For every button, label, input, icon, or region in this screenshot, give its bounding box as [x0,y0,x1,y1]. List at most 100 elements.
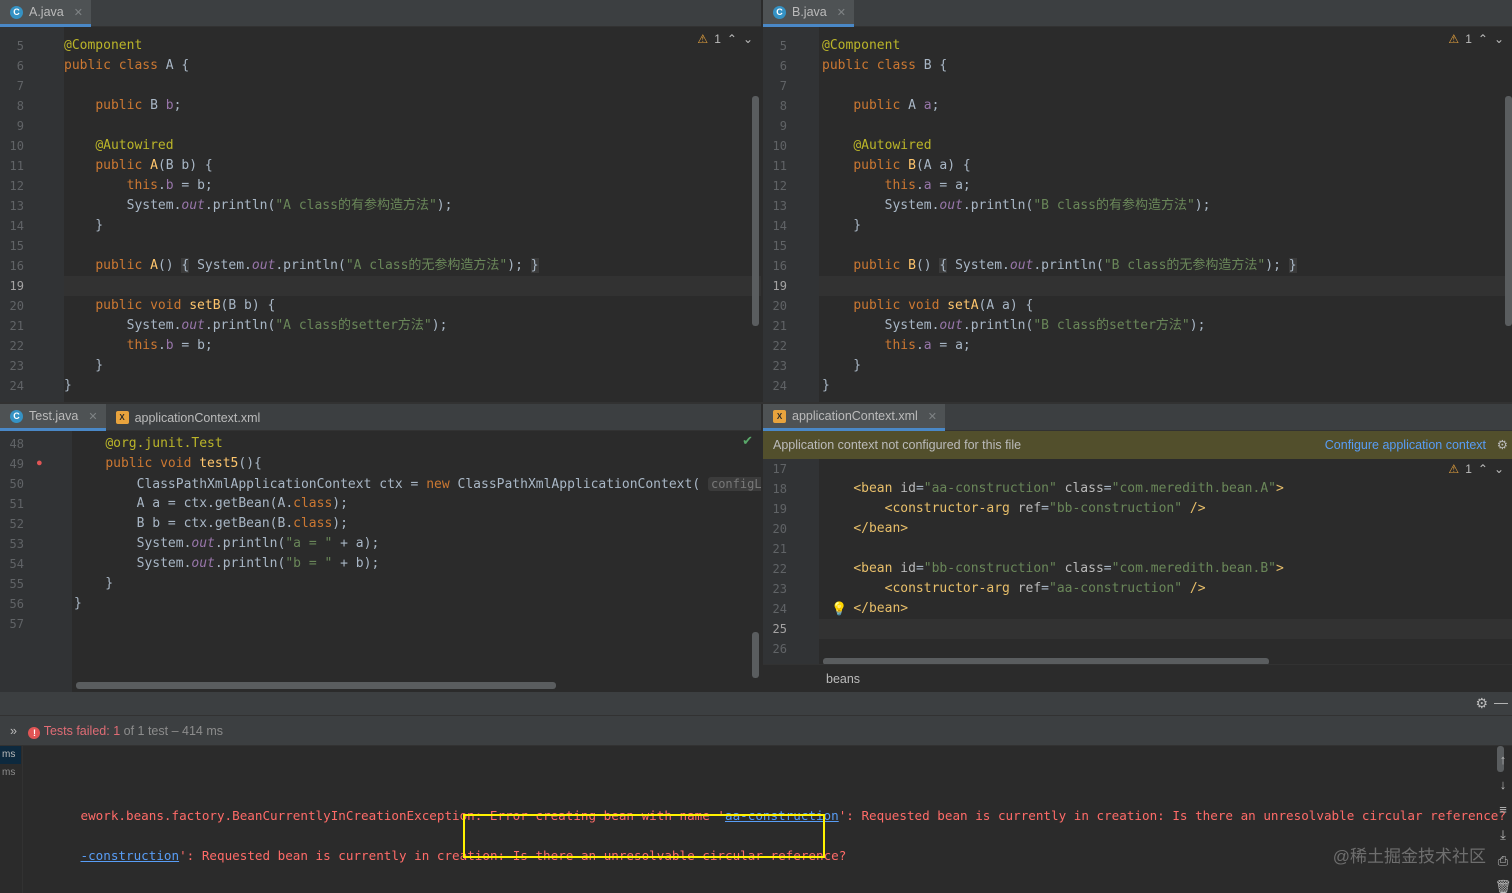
code-line[interactable]: System.out.println("b = " + b); [74,554,761,574]
trash-icon[interactable]: 🗑 [1495,879,1512,893]
code-line[interactable] [64,76,761,96]
code-line[interactable]: System.out.println("B class的setter方法"); [822,316,1512,336]
editor-pane-a[interactable]: C A.java ✕ 5 @Component 6 public class A {7… [0,0,761,402]
code-line[interactable]: } [74,574,761,594]
chevron-up-icon[interactable]: ⌃ [1478,462,1488,476]
tab-application-context-xml[interactable]: X applicationContext.xml [106,404,269,431]
lightbulb-icon[interactable]: 💡 [831,601,847,617]
code-area-test[interactable]: 48 @org.junit.Test 49 public void test5()… [0,431,761,692]
chevron-up-icon[interactable]: ⌃ [1478,32,1488,46]
code-line[interactable] [64,236,761,256]
code-line[interactable]: this.b = b; [64,176,761,196]
editor-pane-test[interactable]: C Test.java ✕ X applicationContext.xml 4… [0,404,761,692]
code-line[interactable]: public void setB(B b) { [64,296,761,316]
code-line[interactable]: public void test5(){ [74,454,761,474]
arrow-down-icon[interactable]: ↓ [1500,777,1507,792]
code-area-b[interactable]: 5 @Component 6 public class B {7 8 public A … [763,27,1512,402]
code-line[interactable]: public void setA(A a) { [822,296,1512,316]
code-line[interactable]: @Component [64,36,761,56]
code-line[interactable]: } [64,376,761,396]
code-line[interactable]: } [822,356,1512,376]
horizontal-scrollbar-test[interactable] [76,682,556,689]
code-line[interactable]: B b = ctx.getBean(B.class); [74,514,761,534]
code-line[interactable]: public A(B b) { [64,156,761,176]
close-icon[interactable]: ✕ [837,6,846,19]
code-line[interactable]: System.out.println("A class的setter方法"); [64,316,761,336]
bean-link[interactable]: -construction [81,848,180,863]
gear-icon[interactable]: ⚙ [1497,431,1508,459]
test-tree-item[interactable]: ms [0,764,21,782]
code-line[interactable] [822,236,1512,256]
code-line[interactable] [822,639,1512,659]
expand-icon[interactable]: » [10,724,17,738]
code-line[interactable]: this.a = a; [822,176,1512,196]
code-line[interactable] [822,619,1512,639]
tab-b-java[interactable]: C B.java ✕ [763,0,854,27]
code-line[interactable]: } [64,216,761,236]
tab-a-java[interactable]: C A.java ✕ [0,0,91,27]
vertical-scrollbar-test[interactable] [752,632,759,678]
code-line[interactable]: ClassPathXmlApplicationContext ctx = new… [74,474,761,494]
chevron-down-icon[interactable]: ⌄ [743,32,753,46]
code-line[interactable]: @Autowired [822,136,1512,156]
tab-application-context-xml[interactable]: X applicationContext.xml ✕ [763,404,945,431]
code-line[interactable] [822,459,1512,479]
print-icon[interactable]: ⎙ [1498,853,1508,869]
code-line[interactable] [822,276,1512,296]
warning-indicator-xml[interactable]: ⚠ 1 ⌃ ⌄ [1448,462,1504,476]
code-line[interactable]: <constructor-arg ref="aa-construction" /… [822,579,1512,599]
code-line[interactable] [64,276,761,296]
code-area-a[interactable]: 5 @Component 6 public class A {7 8 public B … [0,27,761,402]
code-line[interactable]: public class B { [822,56,1512,76]
scroll-end-icon[interactable]: ⤓ [1500,827,1506,843]
code-line[interactable]: A a = ctx.getBean(A.class); [74,494,761,514]
code-line[interactable]: public class A { [64,56,761,76]
code-line[interactable] [822,76,1512,96]
code-line[interactable]: public A a; [822,96,1512,116]
close-icon[interactable]: ✕ [74,6,83,19]
code-line[interactable]: @org.junit.Test [74,434,761,454]
code-line[interactable]: this.a = a; [822,336,1512,356]
close-icon[interactable]: ✕ [928,410,937,423]
code-line[interactable]: System.out.println("a = " + a); [74,534,761,554]
soft-wrap-icon[interactable]: ≡ [1499,802,1507,817]
code-line[interactable]: System.out.println("B class的有参构造方法"); [822,196,1512,216]
tab-test-java[interactable]: C Test.java ✕ [0,404,106,431]
code-line[interactable]: </bean> [822,519,1512,539]
code-line[interactable]: System.out.println("A class的有参构造方法"); [64,196,761,216]
minimize-icon[interactable]: — [1494,694,1508,710]
arrow-up-icon[interactable]: ↑ [1500,752,1507,767]
code-line[interactable]: <bean id="aa-construction" class="com.me… [822,479,1512,499]
code-line[interactable]: @Component [822,36,1512,56]
code-line[interactable]: } [822,376,1512,396]
code-line[interactable]: public B(A a) { [822,156,1512,176]
code-line[interactable]: </bean> [822,599,1512,619]
code-line[interactable]: this.b = b; [64,336,761,356]
test-tree[interactable]: ms ms [0,746,21,786]
close-icon[interactable]: ✕ [88,410,97,423]
editor-pane-b[interactable]: C B.java ✕ 5 @Component 6 public class B {7… [763,0,1512,402]
code-line[interactable] [822,539,1512,559]
warning-indicator-a[interactable]: ⚠ 1 ⌃ ⌄ [697,32,753,46]
run-test-icon[interactable]: ● [36,457,43,469]
code-line[interactable] [822,116,1512,136]
code-line[interactable]: public B b; [64,96,761,116]
code-line[interactable]: public B() { System.out.println("B class… [822,256,1512,276]
code-area-xml[interactable]: 17 18 <bean id="aa-construction" class="c… [763,459,1512,676]
warning-indicator-b[interactable]: ⚠ 1 ⌃ ⌄ [1448,32,1504,46]
chevron-up-icon[interactable]: ⌃ [727,32,737,46]
vertical-scrollbar-a[interactable] [752,96,759,326]
code-line[interactable]: <constructor-arg ref="bb-construction" /… [822,499,1512,519]
code-line[interactable]: public A() { System.out.println("A class… [64,256,761,276]
test-tree-item[interactable]: ms [0,746,21,764]
code-line[interactable]: @Autowired [64,136,761,156]
code-line[interactable]: } [74,594,761,614]
code-line[interactable]: <bean id="bb-construction" class="com.me… [822,559,1512,579]
gear-icon[interactable]: ⚙ [1475,695,1488,712]
code-line[interactable] [74,614,761,634]
code-line[interactable] [64,116,761,136]
chevron-down-icon[interactable]: ⌄ [1494,32,1504,46]
editor-pane-xml[interactable]: X applicationContext.xml ✕ Application c… [763,404,1512,692]
chevron-down-icon[interactable]: ⌄ [1494,462,1504,476]
code-line[interactable]: } [822,216,1512,236]
